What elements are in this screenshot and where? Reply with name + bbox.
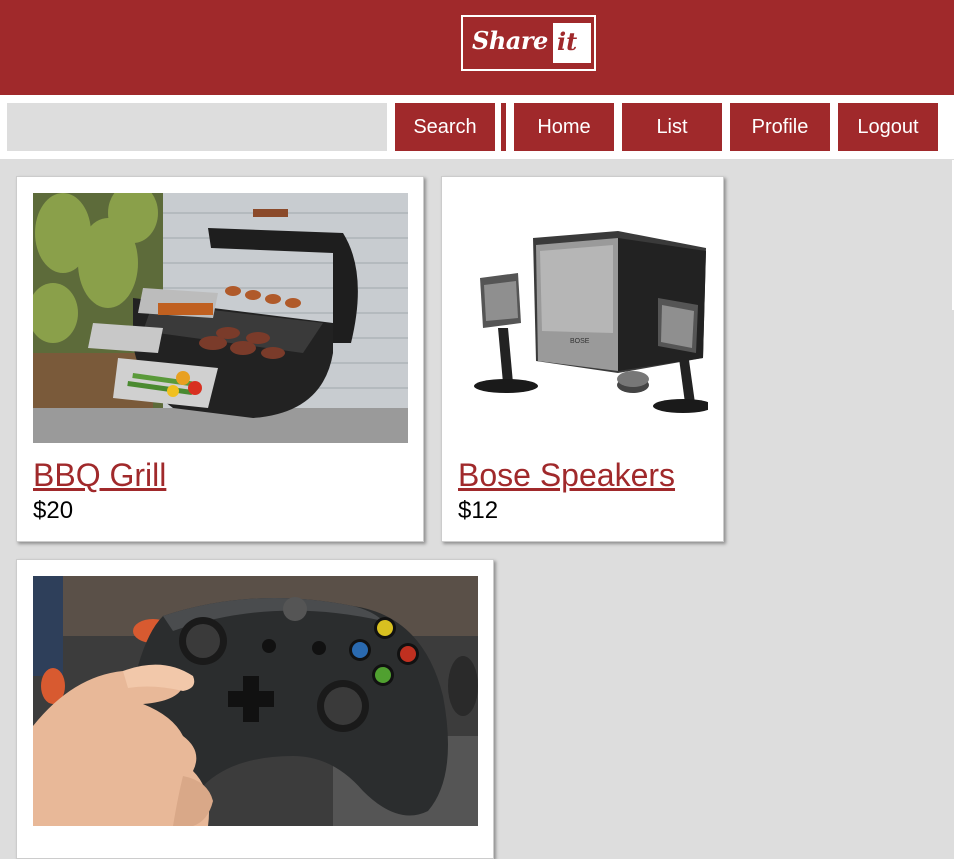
nav-bar: Search Home List Profile Logout (0, 95, 954, 159)
search-button[interactable]: Search (395, 103, 495, 151)
search-input[interactable] (7, 103, 387, 151)
listing-title-link[interactable]: Bose Speakers (458, 457, 675, 494)
listing-card: BOSE Bose Speakers $12 (441, 176, 724, 542)
speakers-image[interactable]: BOSE (458, 193, 708, 443)
logo-text-it: it (557, 27, 578, 56)
home-button[interactable]: Home (514, 103, 614, 151)
profile-button[interactable]: Profile (730, 103, 830, 151)
site-header: Share it (0, 0, 954, 95)
logo-it-box: it (553, 23, 591, 63)
bbq-grill-image[interactable] (33, 193, 408, 443)
listing-title-link[interactable]: BBQ Grill (33, 457, 166, 494)
game-controller-image[interactable] (33, 576, 478, 826)
list-button[interactable]: List (622, 103, 722, 151)
nav-divider (501, 103, 506, 151)
logo-text-share: Share (472, 26, 548, 55)
svg-text:BOSE: BOSE (570, 338, 590, 345)
listing-price: $20 (33, 497, 74, 524)
listing-price: $12 (458, 497, 499, 524)
listing-card (16, 559, 494, 859)
logout-button[interactable]: Logout (838, 103, 938, 151)
listing-card: BBQ Grill $20 (16, 176, 424, 542)
site-logo[interactable]: Share it (461, 15, 596, 71)
